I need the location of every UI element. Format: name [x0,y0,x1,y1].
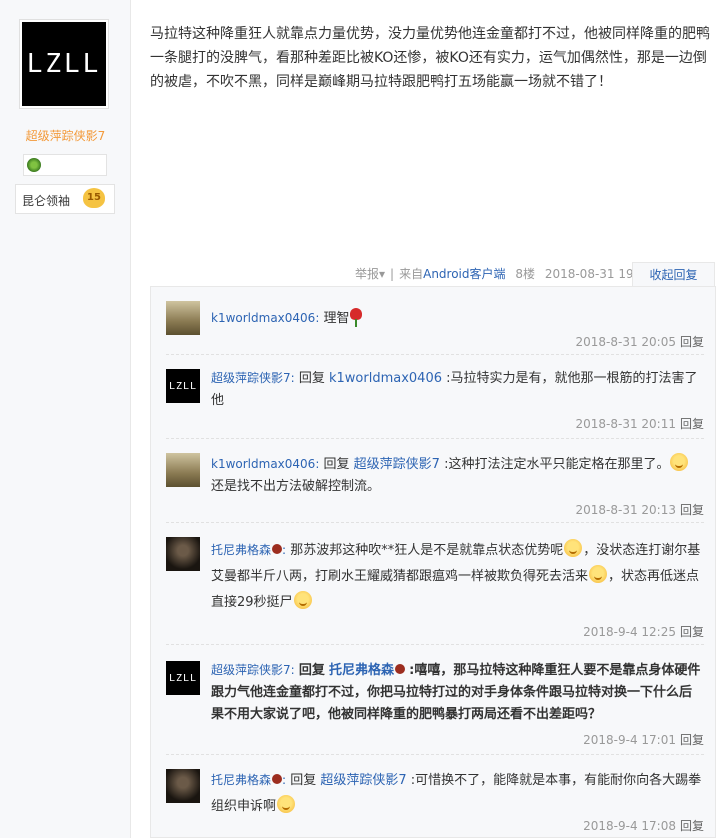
chevron-down-icon: ▾ [379,267,386,281]
reply-item: 托尼弗格森: 回复 超级萍踪侠影7 :可惜换不了，能降就是本事，有能耐你向各大踢… [166,755,704,838]
reply-button[interactable]: 回复 [680,335,704,349]
reply-word: 回复 [298,663,325,678]
author-badge-row [23,154,107,176]
reply-meta: 2018-8-31 20:13 回复 [575,501,704,518]
reply-time: 2018-8-31 20:11 [575,417,676,431]
reply-time: 2018-8-31 20:05 [575,335,676,349]
source-link[interactable]: Android客户端 [423,267,505,281]
reply-body: k1worldmax0406: 回复 超级萍踪侠影7 :这种打法注定水平只能定格… [211,453,704,498]
rose-emoji-icon [349,308,362,327]
reply-target-user[interactable]: 超级萍踪侠影7 [320,773,406,788]
reply-text: 那苏波邦这种吹**狂人是不是就靠点状态优势呢 [290,543,564,558]
source-prefix: 来自 [399,267,424,281]
reply-target-user[interactable]: 超级萍踪侠影7 [354,457,440,472]
reply-item: k1worldmax0406: 理智 2018-8-31 20:05 回复 [166,301,704,355]
divider: | [390,267,395,281]
reply-item: k1worldmax0406: 回复 超级萍踪侠影7 :这种打法注定水平只能定格… [166,439,704,523]
reply-button[interactable]: 回复 [680,733,704,747]
reply-item: 托尼弗格森: 那苏波邦这种吹**狂人是不是就靠点状态优势呢 ，没状态连打谢尔基艾曼… [166,523,704,645]
user-badge-icon [395,664,405,674]
badge-icon[interactable] [27,158,41,172]
reply-body: 托尼弗格森: 回复 超级萍踪侠影7 :可惜换不了，能降就是本事，有能耐你向各大踢… [211,773,702,814]
author-panel: LZLL 超级萍踪侠影7 昆仑领袖 15 [0,0,131,838]
author-avatar[interactable]: LZLL [20,20,108,108]
reply-username[interactable]: 超级萍踪侠影7 [211,663,291,677]
toggle-replies-button[interactable]: 收起回复 [632,262,715,287]
emoji-icon [564,539,583,557]
reply-text: :这种打法注定水平只能定格在那里了。 [444,457,670,472]
reply-time: 2018-8-31 20:13 [575,503,676,517]
reply-username[interactable]: 超级萍踪侠影7 [211,371,291,385]
reply-avatar[interactable] [166,537,200,571]
reply-button[interactable]: 回复 [680,625,704,639]
reply-username[interactable]: 托尼弗格森 [211,543,271,557]
reply-body: k1worldmax0406: 理智 [211,307,704,330]
reply-list: k1worldmax0406: 理智 2018-8-31 20:05 回复 LZL… [150,286,716,838]
reply-text-line2: 还是找不出方法破解控制流。 [211,479,381,494]
reply-time: 2018-9-4 17:01 [583,733,676,747]
reply-time: 2018-9-4 17:08 [583,819,676,833]
reply-button[interactable]: 回复 [680,417,704,431]
floor-number: 8楼 [515,267,535,281]
reply-body: 托尼弗格森: 那苏波邦这种吹**狂人是不是就靠点状态优势呢 ，没状态连打谢尔基艾曼… [211,537,704,616]
reply-username[interactable]: k1worldmax0406 [211,457,315,471]
level-number-badge: 15 [83,188,105,208]
reply-item: LZLL 超级萍踪侠影7: 回复 托尼弗格森 :嘻嘻，那马拉特这种降重狂人要不是… [166,645,704,755]
user-badge-icon [272,544,283,554]
reply-button[interactable]: 回复 [680,503,704,517]
reply-body: 超级萍踪侠影7: 回复 托尼弗格森 :嘻嘻，那马拉特这种降重狂人要不是靠点身体硬… [211,663,701,722]
reply-meta: 2018-9-4 17:01 回复 [583,731,704,748]
emoji-icon [589,565,608,583]
reply-username[interactable]: k1worldmax0406 [211,311,315,325]
reply-avatar[interactable]: LZLL [166,661,200,695]
reply-button[interactable]: 回复 [680,819,704,833]
post-tail: 举报▾ | 来自Android客户端 8楼 2018-08-31 19:56 [355,265,653,282]
reply-item: LZLL 超级萍踪侠影7: 回复 k1worldmax0406 :马拉特实力是有… [166,355,704,439]
reply-meta: 2018-8-31 20:05 回复 [575,333,704,350]
user-badge-icon [272,774,283,784]
report-link[interactable]: 举报▾ [355,267,385,281]
author-level[interactable]: 昆仑领袖 15 [15,184,115,214]
reply-meta: 2018-9-4 17:08 回复 [583,817,704,834]
reply-word: 回复 [290,773,317,788]
reply-target-user[interactable]: 托尼弗格森 [329,663,394,678]
reply-word: 回复 [298,371,325,386]
emoji-icon [277,795,296,813]
reply-avatar[interactable] [166,453,200,487]
reply-meta: 2018-9-4 12:25 回复 [583,623,704,640]
reply-username[interactable]: 托尼弗格森 [211,773,271,787]
reply-target-user[interactable]: k1worldmax0406 [329,371,442,386]
reply-word: 回复 [323,457,350,472]
reply-avatar[interactable]: LZLL [166,369,200,403]
reply-time: 2018-9-4 12:25 [583,625,676,639]
reply-avatar[interactable] [166,301,200,335]
emoji-icon [293,591,312,609]
author-name[interactable]: 超级萍踪侠影7 [0,127,131,144]
reply-avatar[interactable] [166,769,200,803]
post-content: 马拉特这种降重狂人就靠点力量优势，没力量优势他连金童都打不过，他被同样降重的肥鸭… [150,26,710,90]
reply-body: 超级萍踪侠影7: 回复 k1worldmax0406 :马拉特实力是有，就他那一… [211,371,698,408]
emoji-icon [670,453,689,471]
reply-meta: 2018-8-31 20:11 回复 [575,415,704,432]
reply-text: 理智 [323,311,350,326]
level-name: 昆仑领袖 [22,194,71,208]
